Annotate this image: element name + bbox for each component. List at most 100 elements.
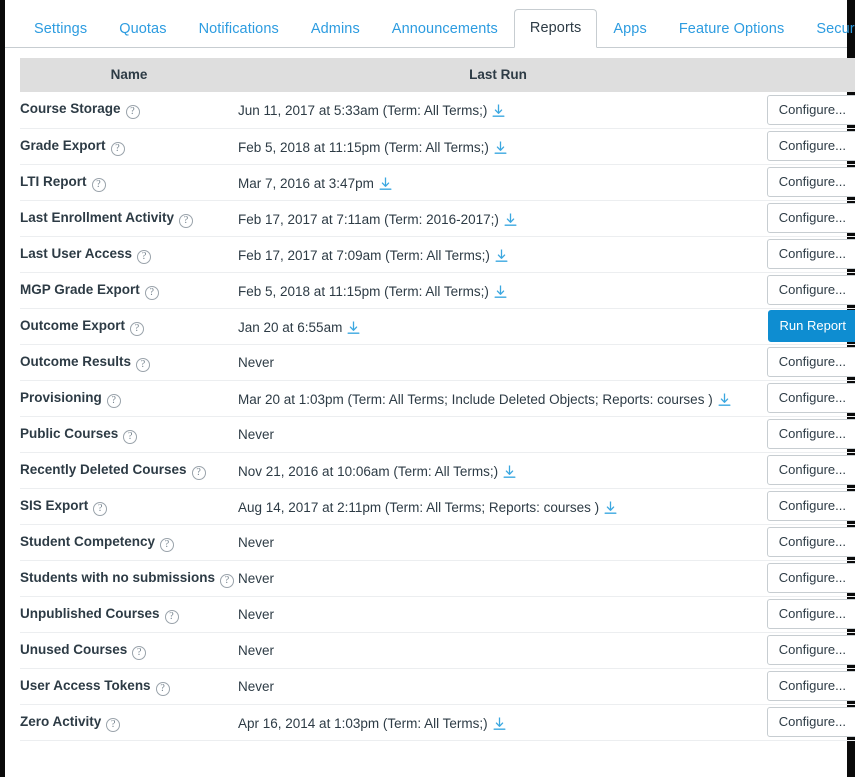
table-row: Last Enrollment Activity? Feb 17, 2017 at… — [20, 200, 855, 237]
table-row: Outcome Results? Never Configure... — [20, 344, 855, 381]
report-name-cell: Public Courses? — [20, 416, 238, 453]
help-circle-icon[interactable]: ? — [191, 465, 206, 480]
table-row: User Access Tokens? Never Configure... — [20, 668, 855, 705]
help-circle-icon[interactable]: ? — [220, 573, 235, 588]
help-circle-icon[interactable]: ? — [130, 321, 145, 336]
tab-feature-options[interactable]: Feature Options — [663, 10, 800, 49]
configure-button[interactable]: Configure... — [766, 455, 855, 485]
download-icon[interactable] — [503, 465, 516, 479]
report-action-cell: Configure... — [758, 380, 855, 417]
configure-button[interactable]: Configure... — [766, 419, 855, 449]
tab-admins[interactable]: Admins — [295, 10, 376, 49]
report-last-run-label: Mar 20 at 1:03pm (Term: All Terms; Inclu… — [238, 391, 713, 407]
report-action-cell: Configure... — [758, 596, 855, 633]
report-action-cell: Configure... — [758, 200, 855, 237]
report-action-cell: Run Report — [758, 308, 855, 345]
help-circle-icon[interactable]: ? — [160, 537, 175, 552]
download-icon[interactable] — [494, 285, 507, 299]
help-circle-icon[interactable]: ? — [93, 501, 108, 516]
reports-table: Name Last Run Course Storage? Jun 11, 201… — [20, 58, 855, 741]
tab-security[interactable]: Security — [800, 10, 855, 49]
help-circle-icon[interactable]: ? — [132, 645, 147, 660]
tab-apps[interactable]: Apps — [597, 10, 662, 49]
configure-button[interactable]: Configure... — [766, 599, 855, 629]
report-action-cell: Configure... — [758, 236, 855, 273]
tab-quotas[interactable]: Quotas — [103, 10, 182, 49]
report-name-label: Zero Activity — [20, 713, 102, 729]
help-circle-icon[interactable]: ? — [125, 105, 140, 120]
help-circle-icon[interactable]: ? — [164, 609, 179, 624]
report-last-run-label: Never — [238, 642, 275, 658]
report-name-label: Public Courses — [20, 425, 119, 441]
report-action-cell: Configure... — [758, 92, 855, 129]
download-icon[interactable] — [379, 177, 392, 191]
configure-button[interactable]: Configure... — [766, 707, 855, 737]
help-circle-icon[interactable]: ? — [136, 357, 151, 372]
report-last-run-cell: Never — [238, 668, 758, 705]
configure-button[interactable]: Configure... — [766, 383, 855, 413]
configure-button[interactable]: Configure... — [766, 203, 855, 233]
tab-reports[interactable]: Reports — [513, 8, 598, 48]
report-last-run-cell: Never — [238, 416, 758, 453]
tab-settings[interactable]: Settings — [18, 10, 103, 49]
help-circle-icon[interactable]: ? — [106, 717, 121, 732]
help-circle-icon[interactable]: ? — [137, 249, 152, 264]
configure-button[interactable]: Configure... — [766, 275, 855, 305]
download-icon[interactable] — [604, 501, 617, 515]
download-icon[interactable] — [504, 213, 517, 227]
download-icon[interactable] — [495, 249, 508, 263]
configure-button[interactable]: Configure... — [766, 491, 855, 521]
help-circle-icon[interactable]: ? — [155, 681, 170, 696]
table-row: MGP Grade Export? Feb 5, 2018 at 11:15pm … — [20, 272, 855, 309]
configure-button[interactable]: Configure... — [766, 94, 855, 125]
report-name-cell: Students with no submissions? — [20, 560, 238, 597]
download-icon[interactable] — [492, 104, 505, 118]
tab-notifications[interactable]: Notifications — [183, 10, 295, 49]
table-row: Unpublished Courses? Never Configure... — [20, 596, 855, 633]
report-name-cell: Provisioning? — [20, 380, 238, 417]
report-name-label: LTI Report — [20, 173, 87, 189]
download-icon[interactable] — [494, 141, 507, 155]
tab-announcements[interactable]: Announcements — [376, 10, 514, 49]
configure-button[interactable]: Configure... — [766, 563, 855, 593]
download-icon[interactable] — [493, 717, 506, 731]
table-row: SIS Export? Aug 14, 2017 at 2:11pm (Term:… — [20, 488, 855, 525]
report-name-cell: MGP Grade Export? — [20, 272, 238, 309]
report-name-label: Provisioning — [20, 389, 102, 405]
configure-button[interactable]: Configure... — [766, 167, 855, 197]
help-circle-icon[interactable]: ? — [110, 141, 125, 156]
help-circle-icon[interactable]: ? — [123, 429, 138, 444]
report-last-run-label: Feb 17, 2017 at 7:09am (Term: All Terms;… — [238, 247, 490, 263]
report-last-run-cell: Never — [238, 560, 758, 597]
run-report-button[interactable]: Run Report — [767, 310, 855, 342]
column-header-last-run: Last Run — [238, 58, 758, 92]
report-last-run-label: Feb 5, 2018 at 11:15pm (Term: All Terms;… — [238, 139, 489, 155]
reports-table-head: Name Last Run — [20, 58, 855, 92]
account-settings-tabs: Settings Quotas Notifications Admins Announc… — [5, 0, 855, 49]
report-name-label: SIS Export — [20, 497, 89, 513]
configure-button[interactable]: Configure... — [766, 131, 855, 161]
configure-button[interactable]: Configure... — [766, 635, 855, 665]
report-action-cell: Configure... — [758, 704, 855, 741]
report-name-cell: Unused Courses? — [20, 632, 238, 669]
report-last-run-cell: Apr 16, 2014 at 1:03pm (Term: All Terms;… — [238, 704, 758, 741]
help-circle-icon[interactable]: ? — [91, 177, 106, 192]
report-last-run-label: Mar 7, 2016 at 3:47pm — [238, 175, 374, 191]
reports-table-body: Course Storage? Jun 11, 2017 at 5:33am (T… — [20, 92, 855, 741]
configure-button[interactable]: Configure... — [766, 239, 855, 269]
report-last-run-label: Never — [238, 534, 275, 550]
configure-button[interactable]: Configure... — [766, 671, 855, 701]
report-last-run-label: Jan 20 at 6:55am — [238, 319, 343, 335]
report-action-cell: Configure... — [758, 164, 855, 201]
report-last-run-cell: Jan 20 at 6:55am — [238, 308, 758, 345]
report-action-cell: Configure... — [758, 272, 855, 309]
download-icon[interactable] — [347, 321, 360, 335]
help-circle-icon[interactable]: ? — [179, 213, 194, 228]
configure-button[interactable]: Configure... — [766, 347, 855, 377]
report-last-run-label: Feb 5, 2018 at 11:15pm (Term: All Terms;… — [238, 283, 489, 299]
column-header-name: Name — [20, 58, 238, 92]
download-icon[interactable] — [718, 393, 731, 407]
help-circle-icon[interactable]: ? — [106, 393, 121, 408]
help-circle-icon[interactable]: ? — [144, 285, 159, 300]
configure-button[interactable]: Configure... — [766, 527, 855, 557]
